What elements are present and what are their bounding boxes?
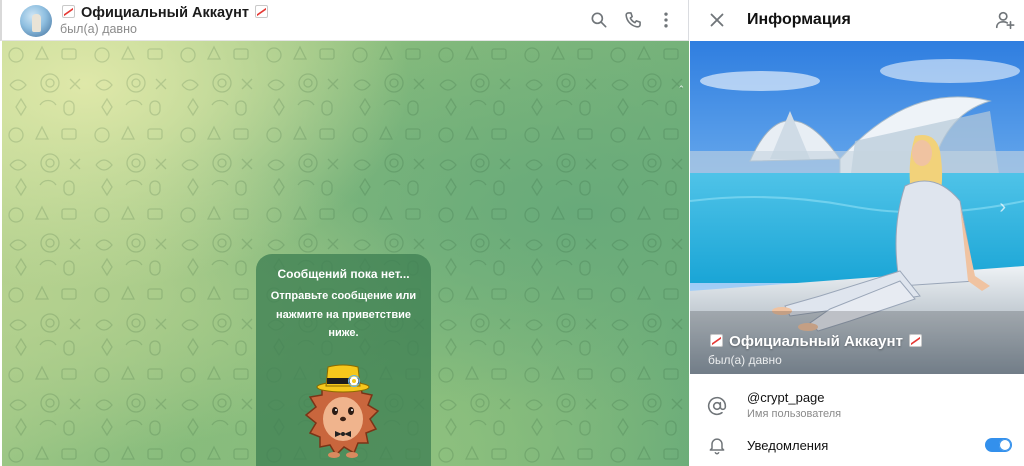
empty-chat-title: Сообщений пока нет... [277, 267, 410, 281]
chat-header[interactable]: Официальный Аккаунт был(а) давно [0, 0, 688, 41]
profile-name: Официальный Аккаунт [708, 333, 924, 350]
username-row[interactable]: @crypt_page Имя пользователя [690, 382, 1024, 430]
chevron-right-icon[interactable]: › [999, 196, 1006, 219]
profile-photo[interactable]: › Официальный Аккаунт был(а) давно [690, 41, 1024, 374]
chart-increasing-icon [255, 5, 269, 18]
greeting-sticker[interactable] [300, 357, 384, 461]
more-button[interactable] [654, 8, 678, 32]
at-sign-icon [707, 396, 727, 416]
chat-title[interactable]: Официальный Аккаунт [60, 5, 270, 21]
chevron-up-icon[interactable]: ⌃ [677, 84, 685, 95]
info-header: Информация [690, 0, 1024, 41]
search-button[interactable] [587, 8, 611, 32]
chart-increasing-icon [62, 5, 75, 18]
notifications-label: Уведомления [747, 438, 829, 453]
avatar[interactable] [20, 5, 52, 37]
notifications-toggle[interactable] [985, 438, 1012, 452]
search-icon [591, 12, 607, 28]
chat-title-text: Официальный Аккаунт [81, 5, 249, 21]
profile-name-text: Официальный Аккаунт [729, 333, 903, 350]
more-vertical-icon [664, 12, 668, 28]
username-label: Имя пользователя [747, 408, 842, 420]
telegram-window: Официальный Аккаунт был(а) давно ⌃ Сообщ… [0, 0, 1024, 466]
call-button[interactable] [621, 8, 645, 32]
chat-pane: Официальный Аккаунт был(а) давно ⌃ Сообщ… [0, 0, 689, 466]
empty-chat-text: Отправьте сообщение или нажмите на приве… [270, 290, 417, 339]
info-title: Информация [747, 11, 851, 28]
chat-background: ⌃ Сообщений пока нет... Отправьте сообще… [2, 41, 689, 466]
chart-increasing-icon [909, 334, 923, 347]
profile-photo-image [690, 41, 1024, 374]
profile-status: был(а) давно [708, 353, 782, 367]
notifications-row[interactable]: Уведомления [690, 430, 1024, 466]
add-contact-icon[interactable] [994, 9, 1016, 31]
chart-increasing-icon [710, 334, 723, 347]
empty-chat-card: Сообщений пока нет... Отправьте сообщени… [256, 254, 431, 466]
phone-icon [625, 12, 641, 28]
info-panel: Информация › Официальный Аккаунт был(а) … [690, 0, 1024, 466]
username-value: @crypt_page [747, 390, 825, 405]
close-icon[interactable] [706, 9, 728, 31]
chat-status: был(а) давно [60, 22, 137, 36]
bell-icon [709, 438, 725, 455]
